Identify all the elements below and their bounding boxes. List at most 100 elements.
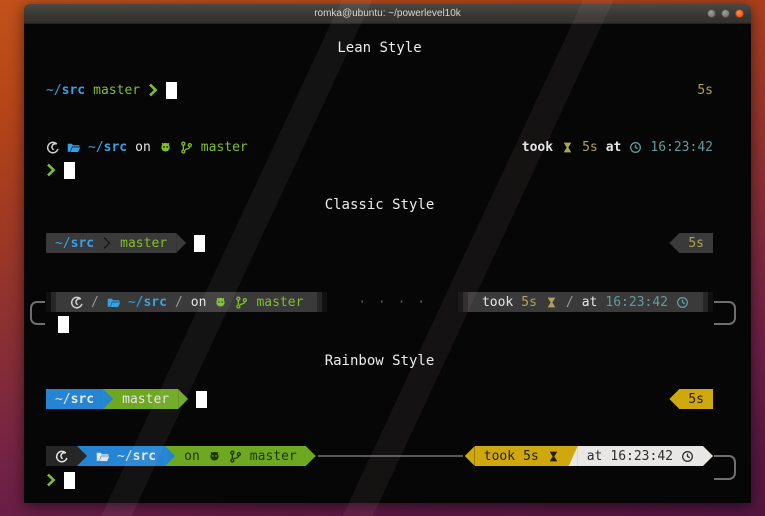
powerline-arrow bbox=[165, 446, 175, 466]
git-branch: master bbox=[201, 140, 248, 155]
at-label: at bbox=[587, 449, 603, 464]
classic-right-segment: 5s bbox=[679, 233, 713, 253]
on-label: on bbox=[135, 140, 151, 155]
classic-right-segment: took 5s / at 16:23:42 bbox=[473, 292, 698, 312]
powerline-arrow bbox=[669, 389, 679, 409]
powerline-arrow bbox=[306, 446, 316, 466]
rainbow-time-segment: at 16:23:42 bbox=[578, 446, 703, 466]
os-logo-icon bbox=[70, 296, 83, 309]
segment-fade bbox=[698, 292, 713, 312]
git-branch-icon bbox=[235, 296, 248, 309]
rainbow-heading: Rainbow Style bbox=[325, 353, 435, 369]
maximize-button[interactable] bbox=[721, 9, 730, 18]
lean-prompt2-line1: ~/src on master took 5s at 16:23:42 bbox=[46, 137, 713, 157]
desktop-background: romka@ubuntu: ~/powerlevel10k Lean Style… bbox=[0, 0, 765, 516]
current-time: 16:23:42 bbox=[605, 295, 668, 310]
current-time: 16:23:42 bbox=[610, 449, 673, 464]
text-cursor bbox=[166, 82, 177, 99]
classic-heading: Classic Style bbox=[325, 197, 435, 213]
on-label: on bbox=[191, 295, 207, 310]
prompt-chevron-icon bbox=[148, 83, 158, 97]
current-directory: ~/src bbox=[46, 83, 85, 98]
hourglass-icon bbox=[545, 296, 558, 309]
folder-icon bbox=[67, 141, 80, 154]
current-time: 16:23:42 bbox=[650, 140, 713, 155]
powerline-arrow bbox=[465, 446, 475, 466]
os-logo-icon bbox=[46, 141, 59, 154]
git-branch: master bbox=[120, 236, 167, 251]
lean-prompt1: ~/src master 5s bbox=[46, 80, 713, 100]
os-logo-icon bbox=[55, 450, 68, 463]
rainbow-heading-row: Rainbow Style bbox=[46, 351, 713, 371]
rainbow-git-segment: on master bbox=[175, 446, 306, 466]
command-duration: 5s bbox=[697, 83, 713, 98]
clock-icon bbox=[629, 141, 642, 154]
folder-icon bbox=[96, 450, 109, 463]
command-duration: 5s bbox=[688, 392, 704, 407]
subsegment-separator: / bbox=[175, 295, 183, 310]
prompt-frame-right bbox=[714, 455, 736, 480]
prompt-chevron-icon bbox=[46, 473, 56, 487]
segment-fade bbox=[312, 292, 327, 312]
prompt-frame-left bbox=[30, 301, 45, 325]
rainbow-dir-segment: ~/src bbox=[46, 389, 103, 409]
current-directory: ~/src bbox=[128, 295, 167, 310]
rainbow-duration-segment: 5s bbox=[679, 389, 713, 409]
segment-fade bbox=[458, 292, 473, 312]
classic-prompt1: ~/src master 5s bbox=[46, 233, 713, 253]
at-label: at bbox=[606, 140, 622, 155]
terminal-body[interactable]: Lean Style ~/src master 5s ~/src on mast… bbox=[24, 24, 751, 503]
current-directory: ~/src bbox=[88, 140, 127, 155]
clock-icon bbox=[676, 296, 689, 309]
folder-icon bbox=[107, 296, 120, 309]
classic-left-segment: / ~/src / on master bbox=[61, 292, 312, 312]
text-cursor bbox=[58, 316, 69, 333]
powerline-arrow bbox=[176, 233, 186, 253]
rainbow-git-segment: master bbox=[113, 389, 178, 409]
subsegment-separator: / bbox=[91, 295, 99, 310]
prompt-chevron-icon bbox=[46, 163, 56, 177]
classic-prompt2-line2 bbox=[46, 314, 713, 334]
took-label: took bbox=[482, 295, 513, 310]
took-label: took bbox=[522, 140, 553, 155]
minimize-button[interactable] bbox=[707, 9, 716, 18]
classic-heading-row: Classic Style bbox=[46, 195, 713, 215]
close-button[interactable] bbox=[735, 9, 744, 18]
titlebar[interactable]: romka@ubuntu: ~/powerlevel10k bbox=[24, 4, 751, 24]
rainbow-os-segment bbox=[46, 446, 77, 466]
text-cursor bbox=[194, 235, 205, 252]
git-branch: master bbox=[93, 83, 140, 98]
command-duration: 5s bbox=[521, 295, 537, 310]
current-directory: ~/src bbox=[117, 449, 156, 464]
git-branch: master bbox=[256, 295, 303, 310]
github-icon bbox=[159, 141, 172, 154]
gap-filler-line bbox=[318, 455, 463, 457]
window-title: romka@ubuntu: ~/powerlevel10k bbox=[314, 8, 461, 19]
segment-fade bbox=[46, 292, 61, 312]
powerline-arrow bbox=[77, 446, 87, 466]
git-branch-icon bbox=[229, 450, 242, 463]
text-cursor bbox=[64, 162, 75, 179]
git-branch: master bbox=[250, 449, 297, 464]
took-label: took bbox=[484, 449, 515, 464]
classic-left-segment: ~/src master bbox=[46, 233, 176, 253]
segment-slant-separator bbox=[569, 446, 578, 466]
terminal-window: romka@ubuntu: ~/powerlevel10k Lean Style… bbox=[24, 4, 751, 503]
current-directory: ~/src bbox=[55, 392, 94, 407]
powerline-arrow bbox=[178, 389, 188, 409]
git-branch: master bbox=[122, 392, 169, 407]
gap-filler-dots: · · · · bbox=[358, 295, 427, 310]
powerline-arrow bbox=[669, 233, 679, 253]
powerline-arrow bbox=[703, 446, 713, 466]
hourglass-icon bbox=[547, 450, 560, 463]
current-directory: ~/src bbox=[55, 236, 94, 251]
at-label: at bbox=[582, 295, 598, 310]
classic-prompt2-line1: / ~/src / on master · · · · took 5s bbox=[46, 292, 713, 312]
prompt-frame-right bbox=[714, 301, 736, 325]
powerline-arrow bbox=[103, 389, 113, 409]
github-icon bbox=[214, 296, 227, 309]
text-cursor bbox=[196, 391, 207, 408]
lean-heading: Lean Style bbox=[337, 40, 421, 56]
hourglass-icon bbox=[561, 141, 574, 154]
subsegment-separator: / bbox=[566, 295, 574, 310]
